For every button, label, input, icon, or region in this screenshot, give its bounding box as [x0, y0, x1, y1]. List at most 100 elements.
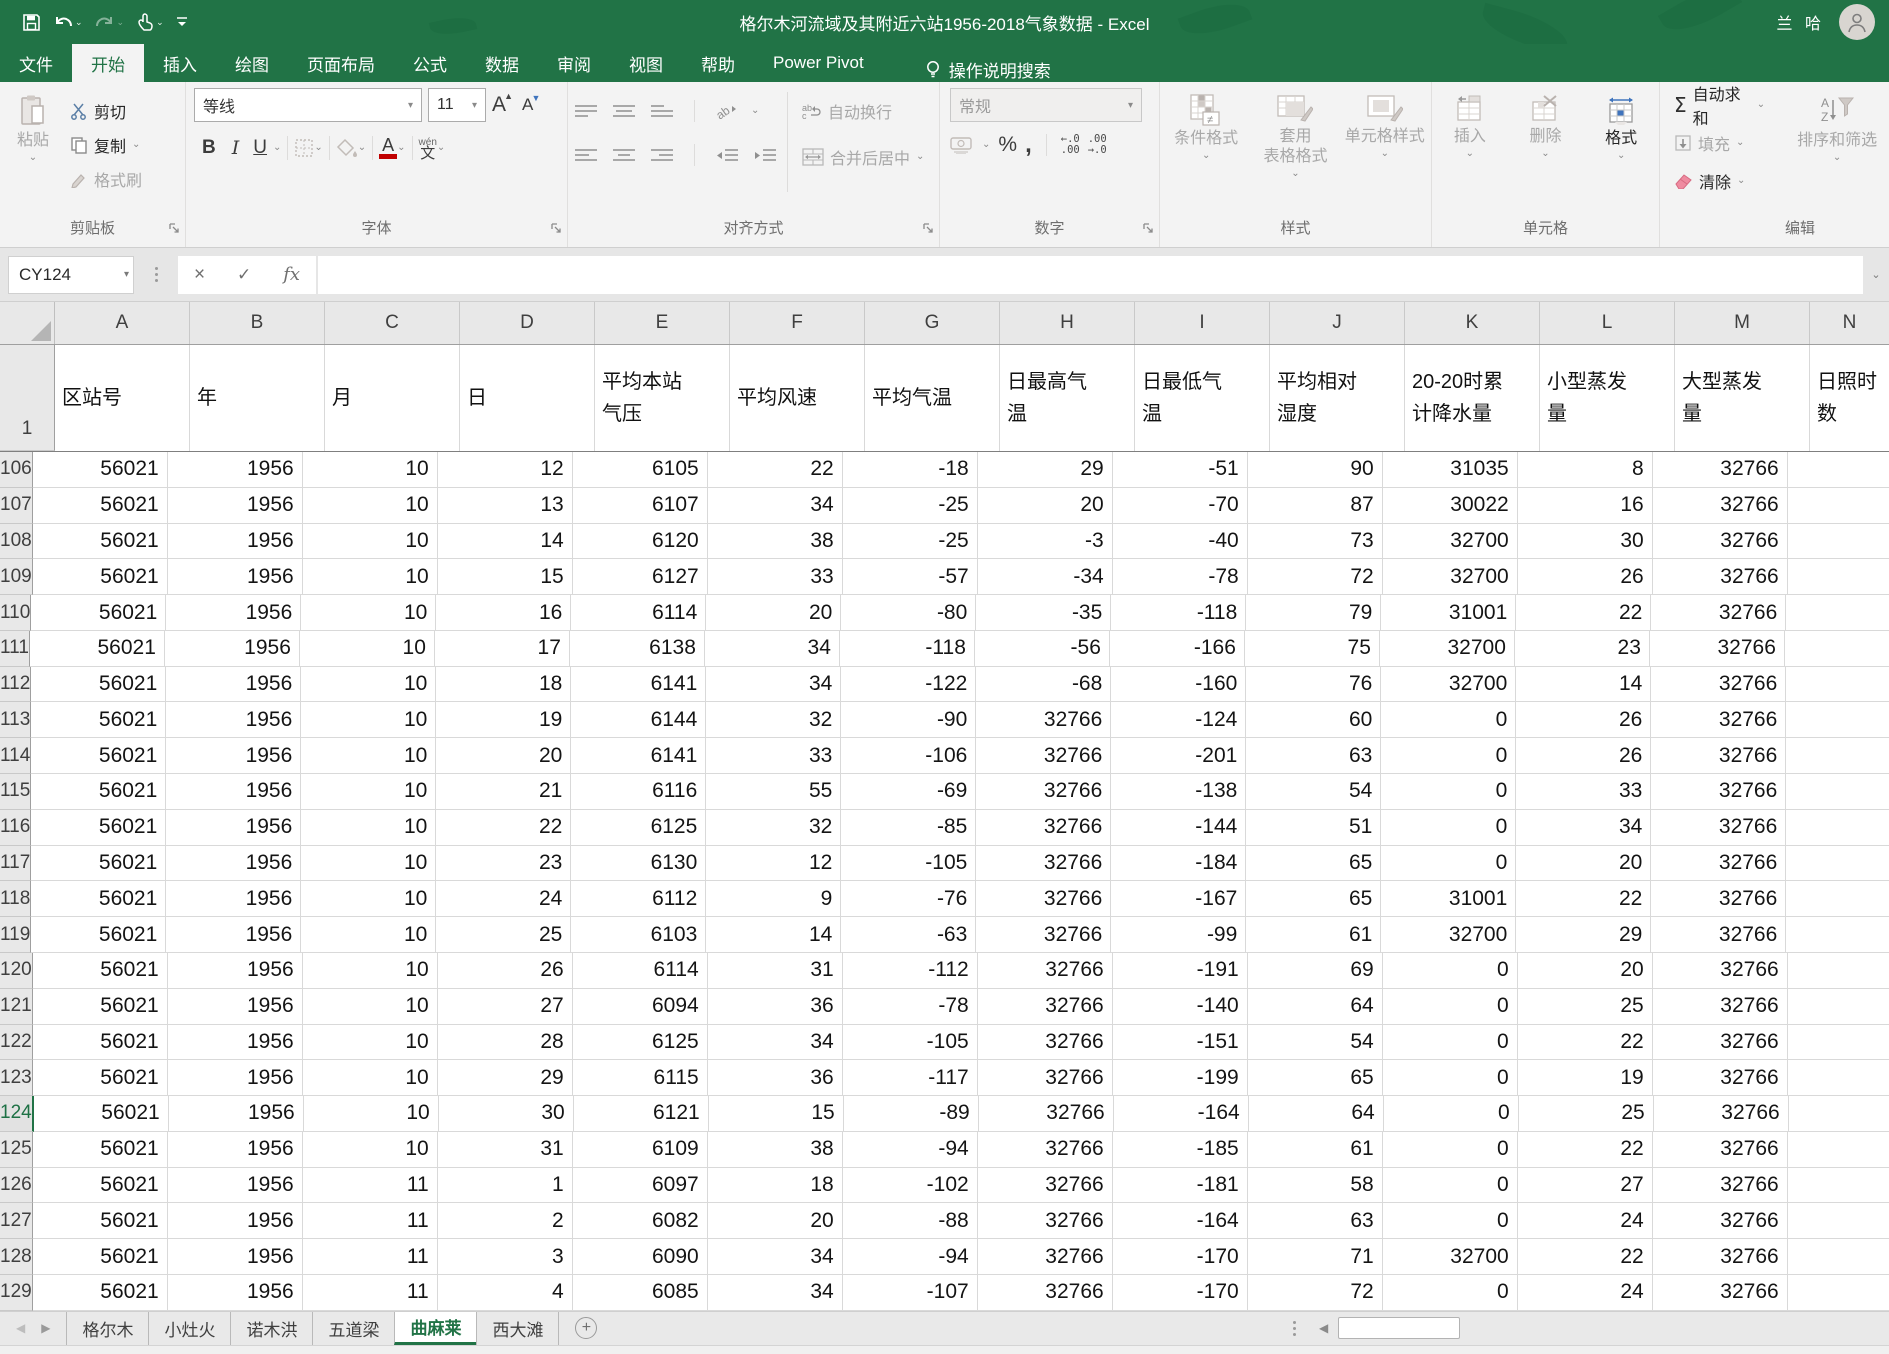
tell-me-search[interactable]: 操作说明搜索 — [925, 57, 1051, 82]
grid-cell[interactable]: 0 — [1384, 1096, 1519, 1132]
grid-cell[interactable]: 平均相对湿度 — [1270, 345, 1405, 451]
grid-cell[interactable]: 10 — [301, 774, 436, 810]
grid-cell[interactable]: 15 — [709, 1096, 844, 1132]
grid-cell[interactable]: 56021 — [33, 559, 168, 595]
grid-cell[interactable]: 14 — [1516, 667, 1651, 703]
grid-cell[interactable]: 32766 — [978, 1060, 1113, 1096]
grid-cell[interactable]: 平均风速 — [730, 345, 865, 451]
grid-cell[interactable]: 6138 — [570, 631, 705, 667]
grid-cell[interactable]: 1956 — [168, 1132, 303, 1168]
grid-cell[interactable]: -185 — [1113, 1132, 1248, 1168]
grid-cell[interactable]: 9 — [706, 881, 841, 917]
grid-cell[interactable]: 32766 — [1651, 702, 1786, 738]
grid-cell[interactable]: -78 — [1113, 559, 1248, 595]
grid-cell[interactable]: 日照时数 — [1810, 345, 1889, 451]
grid-cell[interactable]: 6141 — [571, 738, 706, 774]
grid-cell[interactable]: -34 — [978, 559, 1113, 595]
chevron-down-icon[interactable]: ⌄ — [273, 144, 281, 152]
grid-cell[interactable]: 6107 — [573, 488, 708, 524]
grid-cell[interactable]: 22 — [1518, 1025, 1653, 1061]
grid-cell[interactable]: 32766 — [1653, 559, 1788, 595]
grid-cell[interactable]: 0 — [1381, 810, 1516, 846]
grid-cell[interactable]: 10 — [301, 595, 436, 631]
grid-cell[interactable]: -201 — [1111, 738, 1246, 774]
grid-cell[interactable]: 32766 — [1653, 488, 1788, 524]
grid-cell[interactable]: 32766 — [978, 1168, 1113, 1204]
sort-filter-button[interactable]: AZ 排序和筛选 ⌄ — [1785, 88, 1889, 198]
grid-cell[interactable]: 32766 — [978, 1025, 1113, 1061]
grid-cell[interactable]: 0 — [1381, 702, 1516, 738]
grid-cell[interactable]: 0 — [1381, 774, 1516, 810]
grid-cell[interactable]: -94 — [843, 1239, 978, 1275]
grid-cell[interactable]: 27 — [1518, 1168, 1653, 1204]
grid-cell[interactable]: 1956 — [166, 738, 301, 774]
grid-cell[interactable]: -170 — [1113, 1239, 1248, 1275]
comma-style-button[interactable]: , — [1025, 131, 1032, 159]
scrollbar-thumb[interactable] — [1338, 1317, 1460, 1339]
grid-cell[interactable]: 30 — [439, 1096, 574, 1132]
grid-cell[interactable]: 33 — [706, 738, 841, 774]
grid-cell[interactable]: 76 — [1246, 667, 1381, 703]
ribbon-tab[interactable]: 数据 — [466, 44, 538, 82]
grid-cell[interactable]: -106 — [841, 738, 976, 774]
grid-cell[interactable]: 1956 — [166, 846, 301, 882]
grid-cell[interactable]: 32700 — [1383, 524, 1518, 560]
cancel-icon[interactable]: × — [194, 264, 205, 286]
grid-cell[interactable]: 32766 — [978, 1275, 1113, 1311]
chevron-down-icon[interactable]: ⌄ — [75, 17, 83, 28]
grid-cell[interactable]: 32766 — [1653, 1132, 1788, 1168]
grid-cell[interactable]: 0 — [1383, 953, 1518, 989]
grid-cell[interactable]: 6109 — [573, 1132, 708, 1168]
grid-cell[interactable]: 31 — [708, 953, 843, 989]
row-header[interactable]: 127 — [0, 1203, 33, 1239]
dialog-launcher-icon[interactable] — [551, 221, 562, 239]
grid-cell[interactable]: -112 — [843, 953, 978, 989]
grid-cell[interactable]: 63 — [1248, 1203, 1383, 1239]
grid-cell[interactable] — [1788, 1275, 1889, 1311]
formula-input[interactable] — [318, 256, 1863, 294]
row-header[interactable]: 129 — [0, 1275, 33, 1311]
grid-cell[interactable]: 11 — [303, 1203, 438, 1239]
grid-cell[interactable]: 区站号 — [55, 345, 190, 451]
format-as-table-button[interactable]: 套用表格格式 ⌄ — [1252, 88, 1338, 212]
grid-cell[interactable]: 1956 — [166, 774, 301, 810]
row-header[interactable]: 112 — [0, 667, 31, 703]
grid-cell[interactable]: 56021 — [33, 989, 168, 1025]
grid-cell[interactable]: -118 — [840, 631, 975, 667]
grid-cell[interactable]: 56021 — [31, 917, 166, 953]
delete-cells-button[interactable]: 删除 ⌄ — [1511, 88, 1579, 212]
row-header[interactable]: 114 — [0, 738, 31, 774]
row-header[interactable]: 123 — [0, 1060, 33, 1096]
grid-cell[interactable]: 32766 — [1653, 524, 1788, 560]
grid-cell[interactable]: 0 — [1383, 989, 1518, 1025]
grid-cell[interactable]: 10 — [301, 738, 436, 774]
grid-cell[interactable]: -124 — [1111, 702, 1246, 738]
grid-cell[interactable]: 1956 — [168, 524, 303, 560]
grid-cell[interactable]: 6127 — [573, 559, 708, 595]
grid-cell[interactable]: -51 — [1113, 452, 1248, 488]
grid-cell[interactable]: 年 — [190, 345, 325, 451]
row-header[interactable]: 117 — [0, 846, 31, 882]
grid-cell[interactable]: 1956 — [168, 1239, 303, 1275]
grid-cell[interactable]: 63 — [1246, 738, 1381, 774]
row-header[interactable]: 108 — [0, 524, 33, 560]
grid-cell[interactable]: 1956 — [168, 452, 303, 488]
grid-cell[interactable]: 25 — [436, 917, 571, 953]
grid-cell[interactable]: 38 — [708, 524, 843, 560]
grid-cell[interactable]: 22 — [1518, 1239, 1653, 1275]
grid-cell[interactable]: 32766 — [1653, 452, 1788, 488]
grid-cell[interactable]: 23 — [436, 846, 571, 882]
grid-cell[interactable]: 1956 — [166, 702, 301, 738]
grid-cell[interactable]: 22 — [436, 810, 571, 846]
grid-cell[interactable]: 6103 — [571, 917, 706, 953]
grid-cell[interactable]: 3 — [438, 1239, 573, 1275]
grid-cell[interactable]: 10 — [303, 953, 438, 989]
row-header[interactable]: 126 — [0, 1168, 33, 1204]
grid-cell[interactable] — [1786, 917, 1889, 953]
grid-cell[interactable]: 65 — [1246, 881, 1381, 917]
grid-cell[interactable]: 6114 — [573, 953, 708, 989]
dialog-launcher-icon[interactable] — [923, 221, 934, 239]
grid-cell[interactable]: 11 — [303, 1275, 438, 1311]
grid-cell[interactable]: 1956 — [168, 1025, 303, 1061]
grid-cell[interactable]: 29 — [978, 452, 1113, 488]
